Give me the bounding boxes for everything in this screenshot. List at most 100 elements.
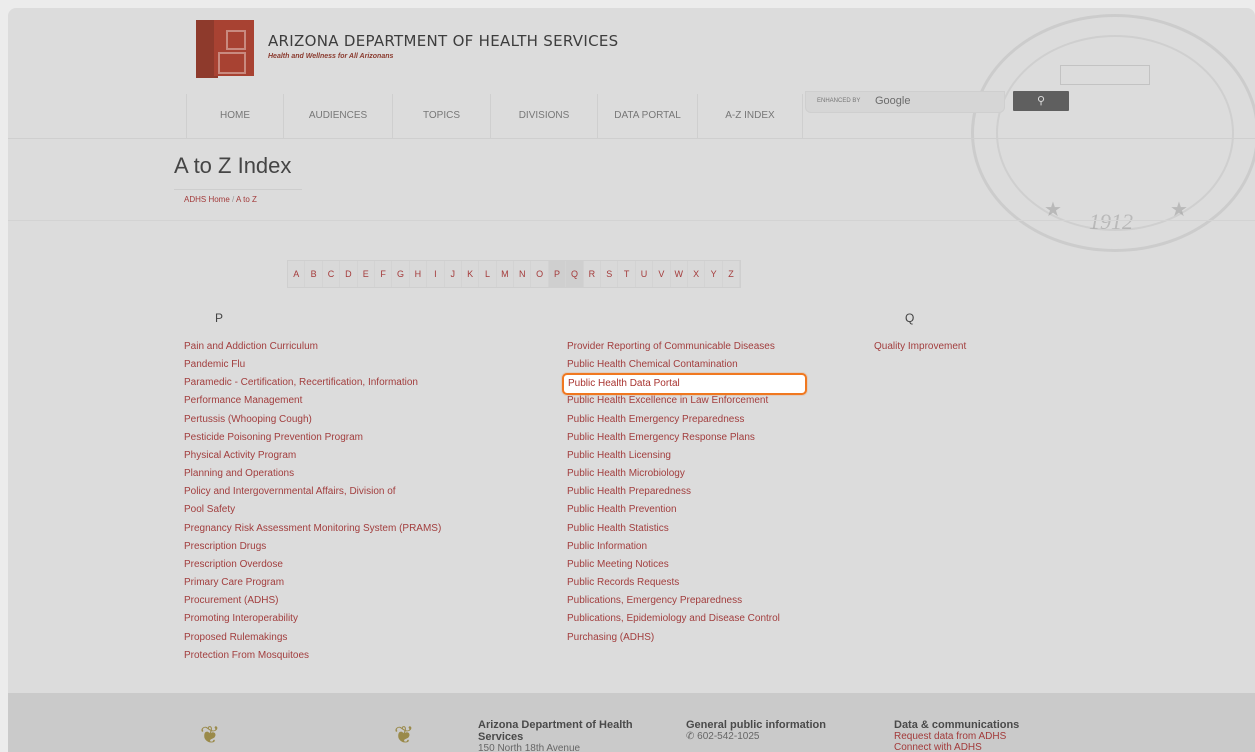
footer-data: Data & communications Request data from … [894, 719, 1019, 752]
footer-data-title: Data & communications [894, 719, 1020, 731]
footer-data-link-2[interactable]: Connect with ADHS [894, 742, 1019, 752]
enhanced-by-label: ENHANCED BY [817, 98, 861, 104]
breadcrumb-home[interactable]: ADHS Home [184, 195, 230, 204]
letter-q[interactable]: Q [566, 261, 584, 287]
breadcrumb: ADHS Home / A to Z [184, 195, 257, 204]
footer-data-link-1[interactable]: Request data from ADHS [894, 731, 1019, 742]
index-link[interactable]: Pool Safety [184, 501, 441, 519]
index-link[interactable]: Publications, Epidemiology and Disease C… [567, 610, 780, 628]
letter-x[interactable]: X [688, 261, 706, 287]
index-link[interactable]: Public Records Requests [567, 574, 780, 592]
index-link[interactable]: Public Health Statistics [567, 520, 780, 538]
letter-o[interactable]: O [531, 261, 549, 287]
letter-c[interactable]: C [323, 261, 341, 287]
letter-i[interactable]: I [427, 261, 445, 287]
section-heading-p: P [215, 311, 224, 325]
index-link[interactable]: Procurement (ADHS) [184, 592, 441, 610]
index-link[interactable]: Public Health Emergency Preparedness [567, 411, 780, 429]
footer-phone[interactable]: 602-542-1025 [697, 731, 759, 742]
index-link[interactable]: Public Health Licensing [567, 447, 780, 465]
index-link[interactable]: Physical Activity Program [184, 447, 441, 465]
laurel-icon: ❦ [200, 722, 221, 749]
index-link[interactable]: Planning and Operations [184, 465, 441, 483]
header-divider [8, 138, 1255, 139]
letter-z[interactable]: Z [723, 261, 741, 287]
index-link[interactable]: Public Health Chemical Contamination [567, 356, 780, 374]
nav-data-portal[interactable]: DATA PORTAL [597, 94, 697, 138]
highlighted-link-public-health-data-portal[interactable]: Public Health Data Portal [562, 373, 807, 395]
section-heading-q: Q [905, 311, 915, 325]
site-header: ARIZONA DEPARTMENT OF HEALTH SERVICES He… [8, 8, 1255, 138]
index-link[interactable]: Paramedic - Certification, Recertificati… [184, 374, 441, 392]
index-link[interactable]: Publications, Emergency Preparedness [567, 592, 780, 610]
footer-address: 150 North 18th Avenue [478, 743, 581, 752]
site-footer: ❦ ❦ Arizona Department of Health Service… [8, 693, 1255, 752]
letter-index: ABCDEFGHIJKLMNOPQRSTUVWXYZ [287, 260, 742, 288]
index-link[interactable]: Provider Reporting of Communicable Disea… [567, 338, 780, 356]
nav-divisions[interactable]: DIVISIONS [490, 94, 597, 138]
nav-topics[interactable]: TOPICS [392, 94, 490, 138]
index-link[interactable]: Promoting Interoperability [184, 610, 441, 628]
letter-d[interactable]: D [340, 261, 358, 287]
footer-org-title: Arizona Department of Health [478, 719, 633, 731]
letter-g[interactable]: G [392, 261, 410, 287]
letter-u[interactable]: U [636, 261, 654, 287]
seal-year: 1912 [1089, 209, 1133, 234]
index-link[interactable]: Pregnancy Risk Assessment Monitoring Sys… [184, 520, 441, 538]
letter-a[interactable]: A [288, 261, 306, 287]
letter-v[interactable]: V [653, 261, 671, 287]
index-link[interactable]: Public Health Excellence in Law Enforcem… [567, 392, 780, 410]
letter-t[interactable]: T [618, 261, 636, 287]
index-link[interactable]: Purchasing (ADHS) [567, 629, 780, 647]
index-link[interactable]: Public Health Microbiology [567, 465, 780, 483]
letter-r[interactable]: R [584, 261, 602, 287]
footer-general-title: General public information [686, 719, 826, 731]
letter-l[interactable]: L [479, 261, 497, 287]
index-link[interactable]: Policy and Intergovernmental Affairs, Di… [184, 483, 441, 501]
letter-h[interactable]: H [410, 261, 428, 287]
letter-w[interactable]: W [671, 261, 688, 287]
breadcrumb-separator: / [232, 195, 235, 204]
letter-j[interactable]: J [445, 261, 462, 287]
index-link[interactable]: Proposed Rulemakings [184, 629, 441, 647]
index-link[interactable]: Public Health Prevention [567, 501, 780, 519]
index-link[interactable]: Pesticide Poisoning Prevention Program [184, 429, 441, 447]
letter-y[interactable]: Y [705, 261, 723, 287]
index-link[interactable]: Pain and Addiction Curriculum [184, 338, 441, 356]
index-link[interactable]: Pandemic Flu [184, 356, 441, 374]
star-icon: ★ [1170, 199, 1188, 221]
index-link[interactable]: Quality Improvement [874, 338, 966, 356]
index-link[interactable]: Performance Management [184, 392, 441, 410]
nav-az-index[interactable]: A-Z INDEX [697, 94, 803, 138]
google-label: Google [875, 95, 911, 107]
index-link[interactable]: Pertussis (Whooping Cough) [184, 411, 441, 429]
search-button[interactable]: ⚲ [1013, 91, 1069, 111]
index-link[interactable]: Primary Care Program [184, 574, 441, 592]
letter-s[interactable]: S [601, 261, 619, 287]
letter-b[interactable]: B [305, 261, 323, 287]
letter-n[interactable]: N [514, 261, 532, 287]
q-links-column: Quality Improvement [874, 338, 966, 356]
index-link[interactable]: Protection From Mosquitoes [184, 647, 441, 665]
main-nav: HOME AUDIENCES TOPICS DIVISIONS DATA POR… [186, 94, 803, 138]
index-link[interactable]: Public Information [567, 538, 780, 556]
letter-f[interactable]: F [375, 261, 393, 287]
letter-p[interactable]: P [548, 261, 567, 287]
nav-audiences[interactable]: AUDIENCES [283, 94, 392, 138]
org-name[interactable]: ARIZONA DEPARTMENT OF HEALTH SERVICES [268, 32, 618, 50]
index-link[interactable]: Public Meeting Notices [567, 556, 780, 574]
letter-m[interactable]: M [497, 261, 515, 287]
index-link[interactable]: Prescription Overdose [184, 556, 441, 574]
p-links-column-1: Pain and Addiction Curriculum Pandemic Fl… [184, 338, 441, 665]
index-link[interactable]: Public Health Preparedness [567, 483, 780, 501]
footer-org-title-2: Services [478, 731, 524, 743]
search-icon: ⚲ [1036, 95, 1046, 107]
letter-e[interactable]: E [358, 261, 375, 287]
index-link[interactable]: Public Health Emergency Response Plans [567, 429, 780, 447]
index-link[interactable]: Prescription Drugs [184, 538, 441, 556]
search-input[interactable]: ENHANCED BY Google [805, 91, 1005, 113]
nav-home[interactable]: HOME [186, 94, 283, 138]
footer-org: Arizona Department of Health Services 15… [478, 719, 633, 752]
letter-k[interactable]: K [462, 261, 480, 287]
adhs-logo[interactable] [196, 20, 260, 78]
